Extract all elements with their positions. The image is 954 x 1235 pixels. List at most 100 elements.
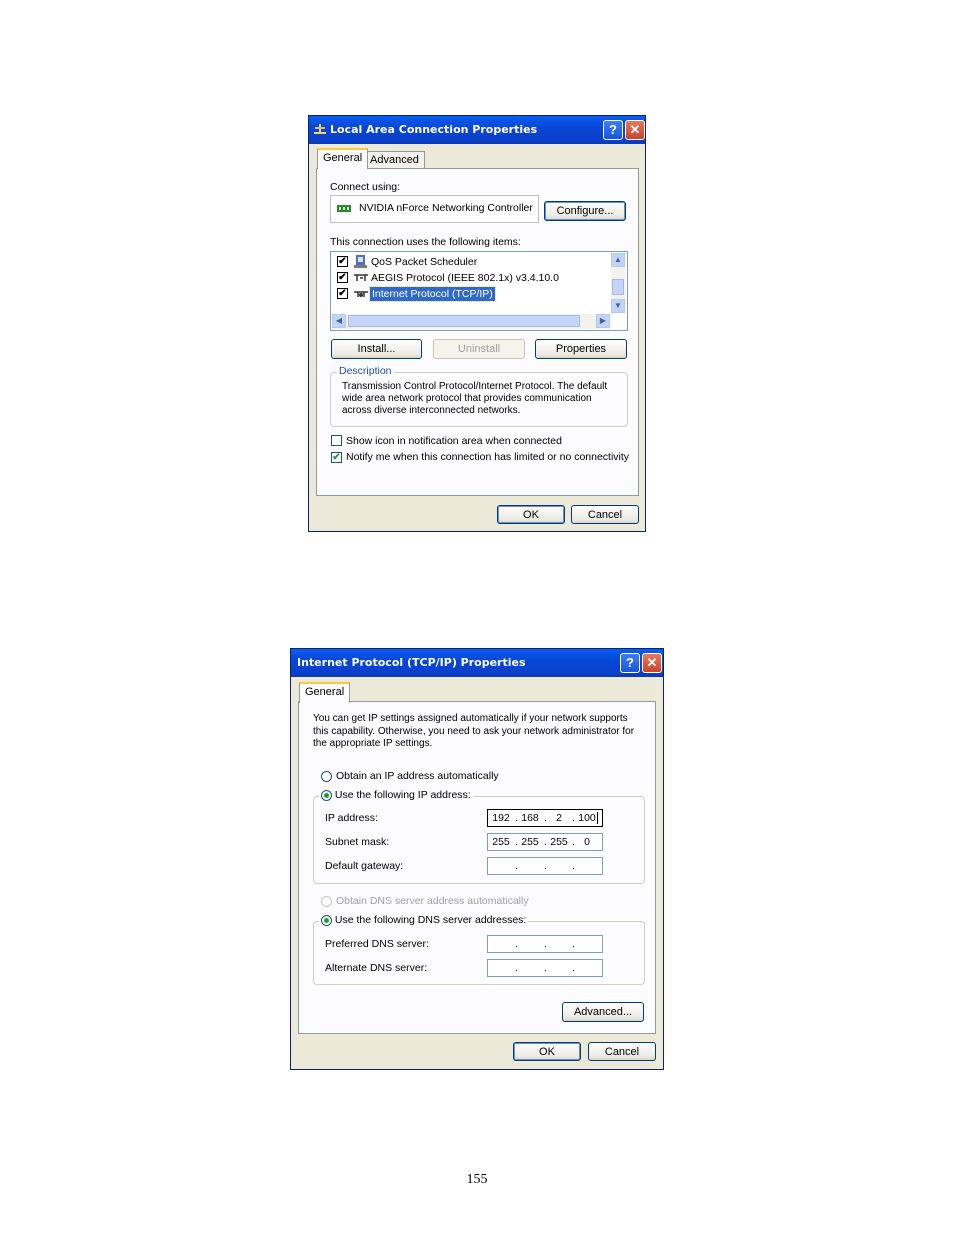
preferred-dns-label: Preferred DNS server: <box>325 938 429 950</box>
preferred-dns-field[interactable]: . . . <box>487 935 603 953</box>
dialog2-ok-button[interactable]: OK <box>513 1042 581 1061</box>
ip-octet-1: 192 <box>492 812 510 824</box>
use-dns-label: Use the following DNS server addresses: <box>334 914 527 926</box>
dialog2-title: Internet Protocol (TCP/IP) Properties <box>297 656 526 669</box>
ip-address-label: IP address: <box>325 812 378 824</box>
help-icon[interactable]: ? <box>603 120 623 140</box>
intro-text: You can get IP settings assigned automat… <box>313 713 635 749</box>
dialog2-general-panel: You can get IP settings assigned automat… <box>298 701 656 1034</box>
scroll-right-icon[interactable]: ▶ <box>596 314 610 328</box>
subnet-label: Subnet mask: <box>325 836 390 848</box>
dialog1-cancel-button[interactable]: Cancel <box>571 505 639 524</box>
obtain-ip-label: Obtain an IP address automatically <box>336 770 499 782</box>
show-icon-label: Show icon in notification area when conn… <box>346 435 562 447</box>
horizontal-scroll-thumb[interactable] <box>348 315 580 327</box>
ip-address-group: Use the following IP address: IP address… <box>313 789 645 884</box>
local-area-connection-dialog: Local Area Connection Properties ? ✕ Gen… <box>308 115 646 532</box>
connect-using-label: Connect using: <box>330 181 401 193</box>
item-label-aegis: AEGIS Protocol (IEEE 802.1x) v3.4.10.0 <box>371 272 559 284</box>
item-checkbox-tcpip[interactable]: ✔ <box>337 288 348 299</box>
dialog2-titlebar[interactable]: Internet Protocol (TCP/IP) Properties ? … <box>291 649 663 677</box>
gateway-dot: . <box>572 860 575 872</box>
description-group: Description Transmission Control Protoco… <box>330 365 628 427</box>
ip-octet-2: 168 <box>521 812 539 824</box>
use-ip-label: Use the following IP address: <box>334 789 471 801</box>
dialog1-general-panel: Connect using: NVIDIA nForce Networking … <box>316 168 639 496</box>
obtain-ip-radio[interactable] <box>321 771 332 782</box>
vertical-scroll-thumb[interactable] <box>612 279 624 295</box>
obtain-dns-radio <box>321 896 332 907</box>
subnet-octet-1: 255 <box>492 836 510 848</box>
tab-general-label: General <box>305 686 345 698</box>
adns-dot: . <box>572 962 575 974</box>
alternate-dns-field[interactable]: . . . <box>487 959 603 977</box>
properties-button[interactable]: Properties <box>535 339 627 359</box>
network-connection-icon <box>314 124 326 134</box>
configure-button[interactable]: Configure... <box>544 201 626 221</box>
list-item[interactable]: ✔ AEGIS Protocol (IEEE 802.1x) v3.4.10.0 <box>331 270 609 286</box>
dialog1-titlebar[interactable]: Local Area Connection Properties ? ✕ <box>309 116 645 144</box>
tcpip-properties-dialog: Internet Protocol (TCP/IP) Properties ? … <box>290 648 664 1070</box>
qos-icon <box>354 255 367 268</box>
adapter-box: NVIDIA nForce Networking Controller <box>330 195 539 223</box>
text-cursor <box>597 812 598 824</box>
item-checkbox-aegis[interactable]: ✔ <box>337 272 348 283</box>
ip-address-field[interactable]: 192 . 168 . 2 . 100 <box>487 809 603 827</box>
gateway-label: Default gateway: <box>325 860 404 872</box>
tab-general[interactable]: General <box>299 682 351 703</box>
use-dns-radio[interactable] <box>321 914 332 926</box>
horizontal-scrollbar[interactable]: ◀ ▶ <box>332 314 611 329</box>
ip-dot: . <box>544 812 547 824</box>
subnet-field[interactable]: 255 . 255 . 255 . 0 <box>487 833 603 851</box>
dialog1-ok-button[interactable]: OK <box>497 505 565 524</box>
items-label: This connection uses the following items… <box>330 236 521 248</box>
vertical-scrollbar[interactable]: ▲ ▼ <box>611 253 626 313</box>
dialog2-cancel-button[interactable]: Cancel <box>588 1042 656 1061</box>
subnet-octet-2: 255 <box>521 836 539 848</box>
list-item[interactable]: ✔ Internet Protocol (TCP/IP) <box>331 286 609 302</box>
pdns-dot: . <box>544 938 547 950</box>
notify-label: Notify me when this connection has limit… <box>346 451 630 463</box>
ip-octet-4: 100 <box>578 812 596 824</box>
alternate-dns-label: Alternate DNS server: <box>325 962 428 974</box>
gateway-field[interactable]: . . . <box>487 857 603 875</box>
adapter-name: NVIDIA nForce Networking Controller <box>359 202 533 214</box>
dialog1-title: Local Area Connection Properties <box>330 123 538 136</box>
tab-advanced-label: Advanced <box>370 154 419 166</box>
description-text: Transmission Control Protocol/Internet P… <box>342 381 608 416</box>
protocol-icon <box>354 274 368 281</box>
use-ip-title: Use the following IP address: <box>319 789 473 801</box>
description-title: Description <box>337 365 394 377</box>
items-list[interactable]: ✔ QoS Packet Scheduler ✔ AEGIS Protocol … <box>330 251 628 331</box>
tab-general[interactable]: General <box>317 148 369 169</box>
item-checkbox-qos[interactable]: ✔ <box>337 256 348 267</box>
tab-advanced[interactable]: Advanced <box>364 151 425 168</box>
ip-dot: . <box>515 812 518 824</box>
use-ip-radio[interactable] <box>321 789 332 801</box>
item-label-qos: QoS Packet Scheduler <box>371 256 478 268</box>
close-icon[interactable]: ✕ <box>642 653 662 673</box>
scroll-up-icon[interactable]: ▲ <box>611 253 625 267</box>
scroll-left-icon[interactable]: ◀ <box>332 314 346 328</box>
gateway-dot: . <box>544 860 547 872</box>
use-dns-title: Use the following DNS server addresses: <box>319 914 529 926</box>
help-icon[interactable]: ? <box>620 653 640 673</box>
subnet-octet-3: 255 <box>550 836 568 848</box>
adns-dot: . <box>544 962 547 974</box>
pdns-dot: . <box>515 938 518 950</box>
close-icon[interactable]: ✕ <box>625 120 645 140</box>
scroll-down-icon[interactable]: ▼ <box>611 299 625 313</box>
subnet-dot: . <box>572 836 575 848</box>
list-item[interactable]: ✔ QoS Packet Scheduler <box>331 254 609 270</box>
ip-dot: . <box>572 812 575 824</box>
obtain-dns-label: Obtain DNS server address automatically <box>336 895 529 907</box>
advanced-button[interactable]: Advanced... <box>562 1002 644 1022</box>
gateway-dot: . <box>515 860 518 872</box>
install-button[interactable]: Install... <box>331 339 422 359</box>
dns-group: Use the following DNS server addresses: … <box>313 914 645 985</box>
subnet-dot: . <box>515 836 518 848</box>
protocol-icon <box>354 291 368 297</box>
show-icon-checkbox[interactable] <box>331 435 342 446</box>
ip-octet-3: 2 <box>556 812 562 824</box>
notify-checkbox[interactable]: ✔ <box>331 452 342 463</box>
